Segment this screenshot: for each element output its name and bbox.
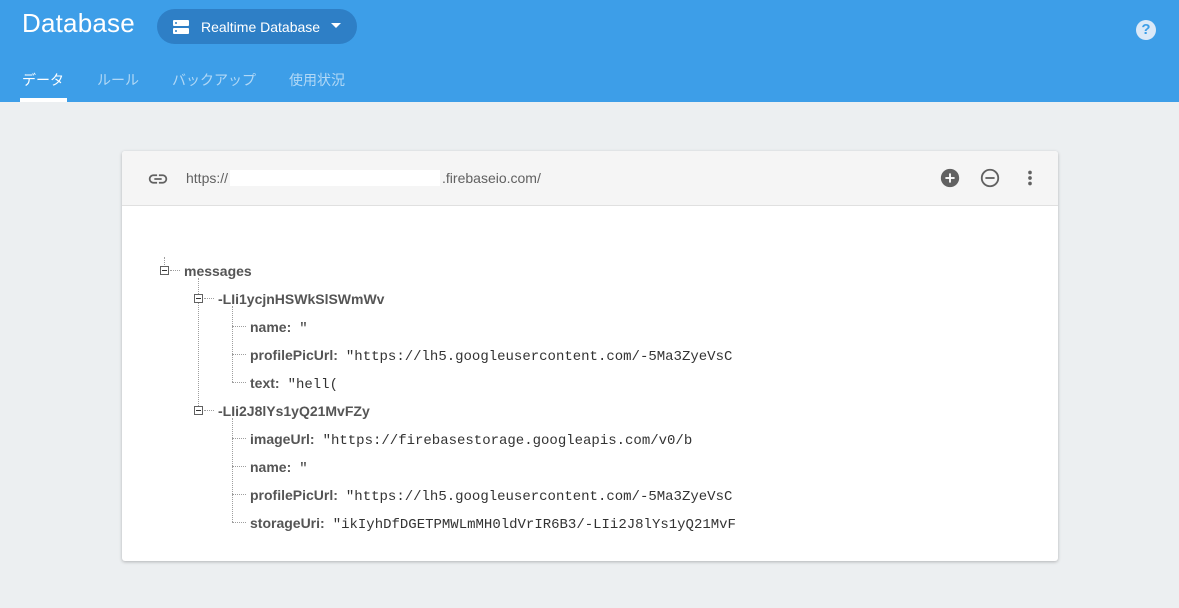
url-prefix: https:// — [186, 170, 229, 186]
more-vert-icon[interactable] — [1019, 167, 1041, 189]
tree-field[interactable]: text: "hell( — [250, 375, 338, 393]
url-redaction — [230, 170, 441, 186]
database-selector-label: Realtime Database — [201, 18, 321, 35]
tab-data[interactable]: データ — [22, 70, 64, 90]
field-key: text: — [250, 375, 280, 391]
tree-line — [170, 270, 180, 271]
field-key: profilePicUrl: — [250, 487, 338, 503]
tab-backup[interactable]: バックアップ — [172, 70, 256, 90]
tab-bar: データ ルール バックアップ 使用状況 — [0, 60, 600, 102]
remove-circle-icon[interactable] — [979, 167, 1001, 189]
tab-rules[interactable]: ルール — [97, 70, 139, 90]
node-key: -LIi2J8lYs1yQ21MvFZy — [218, 403, 370, 419]
tree-node-child-1[interactable]: -LIi1ycjnHSWkSlSWmWv — [218, 291, 384, 307]
field-value: "https://lh5.googleusercontent.com/-5Ma3… — [345, 489, 733, 505]
add-circle-icon[interactable] — [939, 167, 961, 189]
data-tree: messages -LIi1ycjnHSWkSlSWmWv name: " pr… — [122, 206, 1058, 560]
page-title: Database — [22, 8, 135, 38]
collapse-toggle-child-2[interactable] — [194, 406, 203, 415]
database-url[interactable]: https:// .firebaseio.com/ — [186, 170, 541, 186]
field-value: "https://lh5.googleusercontent.com/-5Ma3… — [345, 349, 733, 365]
tree-field[interactable]: name: " — [250, 459, 308, 477]
url-suffix: .firebaseio.com/ — [442, 170, 541, 186]
tree-line — [164, 257, 165, 265]
chevron-down-icon — [331, 23, 341, 28]
tree-node-messages[interactable]: messages — [184, 263, 252, 279]
field-value: "ikIyhDfDGETPMWLmMH0ldVrIR6B3/-LIi2J8lYs… — [332, 517, 736, 533]
tree-line — [232, 354, 246, 355]
tree-node-child-2[interactable]: -LIi2J8lYs1yQ21MvFZy — [218, 403, 370, 419]
tree-field[interactable]: imageUrl: "https://firebasestorage.googl… — [250, 431, 692, 449]
tree-line — [232, 418, 233, 522]
database-icon — [171, 17, 191, 37]
tree-line — [232, 326, 246, 327]
tree-line — [232, 382, 246, 383]
tree-line — [232, 494, 246, 495]
tree-line — [204, 410, 214, 411]
card-header: https:// .firebaseio.com/ — [122, 151, 1058, 206]
field-value: " — [299, 461, 308, 477]
link-icon — [147, 168, 169, 190]
tree-line — [232, 438, 246, 439]
field-value: "https://firebasestorage.googleapis.com/… — [322, 433, 693, 449]
tree-line — [232, 522, 246, 523]
collapse-toggle-messages[interactable] — [160, 266, 169, 275]
tree-field[interactable]: storageUri: "ikIyhDfDGETPMWLmMH0ldVrIR6B… — [250, 515, 736, 533]
node-key: -LIi1ycjnHSWkSlSWmWv — [218, 291, 385, 307]
field-key: profilePicUrl: — [250, 347, 338, 363]
tree-field[interactable]: profilePicUrl: "https://lh5.googleuserco… — [250, 487, 732, 505]
field-key: imageUrl: — [250, 431, 315, 447]
tree-field[interactable]: profilePicUrl: "https://lh5.googleuserco… — [250, 347, 732, 365]
field-key: storageUri: — [250, 515, 325, 531]
tree-field[interactable]: name: " — [250, 319, 308, 337]
app-header: Database Realtime Database ? データ ルール バック… — [0, 0, 1179, 102]
tree-line — [232, 466, 246, 467]
database-selector[interactable]: Realtime Database — [157, 9, 357, 44]
help-icon[interactable]: ? — [1136, 20, 1156, 40]
node-key: messages — [184, 263, 252, 279]
collapse-toggle-child-1[interactable] — [194, 294, 203, 303]
tree-line — [232, 306, 233, 382]
field-value: " — [299, 321, 308, 337]
active-tab-indicator — [20, 98, 67, 102]
field-key: name: — [250, 459, 292, 475]
database-card: https:// .firebaseio.com/ messages -LIi1… — [122, 151, 1058, 561]
field-value: "hell( — [287, 377, 338, 393]
tree-line — [204, 298, 214, 299]
tab-usage[interactable]: 使用状況 — [289, 70, 345, 90]
field-key: name: — [250, 319, 292, 335]
